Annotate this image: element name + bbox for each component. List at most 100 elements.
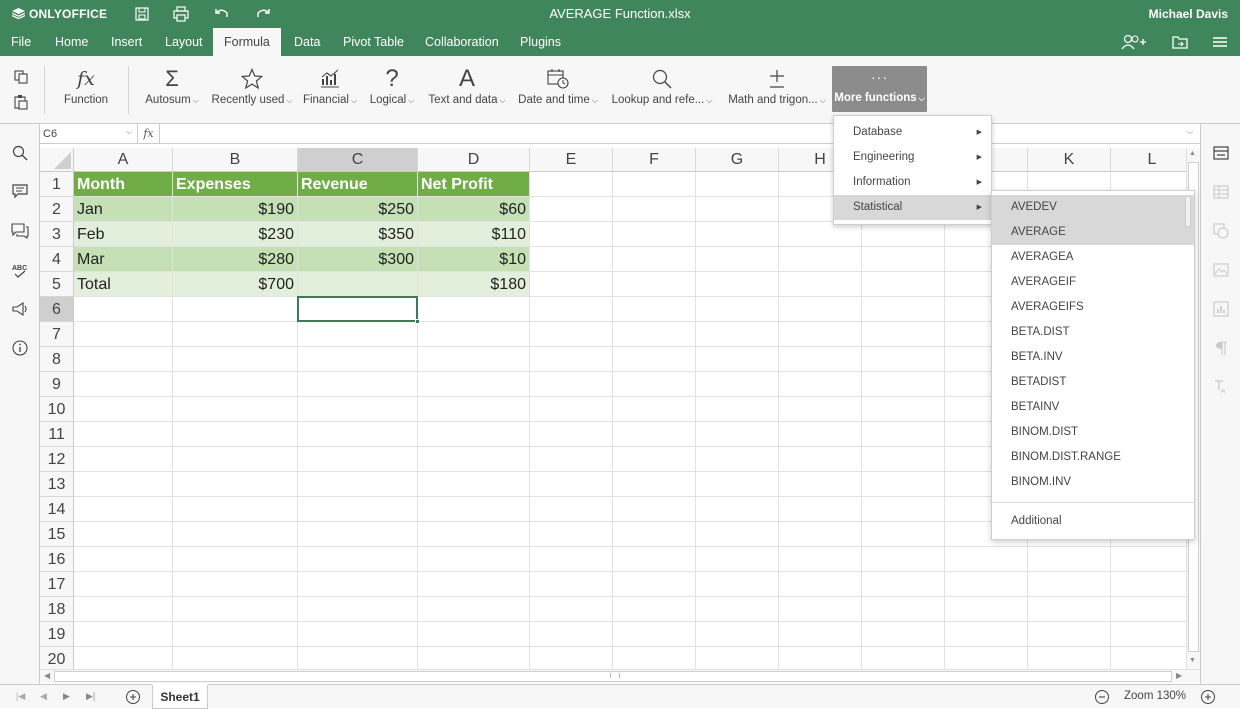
chat-icon[interactable] (11, 222, 29, 240)
tab-plugins[interactable]: Plugins (509, 28, 572, 56)
row-header-14[interactable]: 14 (40, 497, 74, 522)
column-header-c[interactable]: C (298, 148, 418, 172)
row-header-5[interactable]: 5 (40, 272, 74, 297)
cell-c2[interactable]: $250 (298, 197, 417, 221)
cell-b2[interactable]: $190 (173, 197, 297, 221)
cell-a5[interactable]: Total (74, 272, 172, 296)
next-sheet-icon[interactable]: ▶ (63, 691, 70, 702)
sheet-tab-sheet1[interactable]: Sheet1 (152, 684, 208, 709)
copy-icon[interactable] (13, 69, 29, 85)
tab-home[interactable]: Home (44, 28, 99, 56)
column-header-g[interactable]: G (696, 148, 779, 172)
fx-icon[interactable]: fx (138, 124, 160, 144)
formula-input[interactable] (162, 124, 1182, 144)
function-item-beta-dist[interactable]: BETA.DIST (992, 320, 1194, 345)
math-trig-button[interactable]: Math and trigon... ⌵ (724, 64, 830, 120)
menu-item-information[interactable]: Information ▶ (834, 170, 991, 195)
prev-sheet-icon[interactable]: ◀ (40, 691, 47, 702)
row-header-15[interactable]: 15 (40, 522, 74, 547)
recently-used-button[interactable]: Recently used ⌵ (210, 64, 294, 120)
cell-c5[interactable] (298, 272, 417, 296)
zoom-in-icon[interactable] (1200, 689, 1216, 705)
column-header-d[interactable]: D (418, 148, 530, 172)
cell-d1[interactable]: Net Profit (418, 172, 529, 196)
cell-d3[interactable]: $110 (418, 222, 529, 246)
column-header-a[interactable]: A (74, 148, 173, 172)
cell-d4[interactable]: $10 (418, 247, 529, 271)
insert-function-button[interactable]: fx Function (58, 64, 114, 120)
lookup-reference-button[interactable]: Lookup and refe... ⌵ (608, 64, 716, 120)
cell-c4[interactable]: $300 (298, 247, 417, 271)
row-header-1[interactable]: 1 (40, 172, 74, 197)
zoom-out-icon[interactable] (1094, 689, 1110, 705)
row-header-19[interactable]: 19 (40, 622, 74, 647)
scroll-right-arrow-icon[interactable]: ▶ (1176, 671, 1182, 680)
paste-icon[interactable] (13, 94, 29, 110)
row-header-9[interactable]: 9 (40, 372, 74, 397)
cell-c3[interactable]: $350 (298, 222, 417, 246)
expand-formula-chevron-icon[interactable]: ⌵ (1187, 127, 1193, 137)
scroll-up-arrow-icon[interactable]: ▲ (1189, 150, 1196, 157)
column-header-b[interactable]: B (173, 148, 298, 172)
cell-b1[interactable]: Expenses (173, 172, 297, 196)
cell-d2[interactable]: $60 (418, 197, 529, 221)
date-and-time-button[interactable]: Date and time ⌵ (516, 64, 600, 120)
menu-item-statistical[interactable]: Statistical ▶ (834, 195, 991, 220)
add-sheet-icon[interactable] (125, 689, 141, 705)
save-icon[interactable] (133, 5, 151, 23)
user-name[interactable]: Michael Davis (1149, 7, 1228, 21)
tab-insert[interactable]: Insert (100, 28, 153, 56)
comments-icon[interactable] (11, 182, 29, 200)
cell-settings-icon[interactable] (1213, 145, 1229, 161)
cell-b4[interactable]: $280 (173, 247, 297, 271)
print-icon[interactable] (172, 5, 190, 23)
function-item-averagea[interactable]: AVERAGEA (992, 245, 1194, 270)
cell-a3[interactable]: Feb (74, 222, 172, 246)
row-header-18[interactable]: 18 (40, 597, 74, 622)
row-header-3[interactable]: 3 (40, 222, 74, 247)
horizontal-scrollbar[interactable]: ◀ ▶ (40, 669, 1200, 683)
function-item-average[interactable]: AVERAGE (992, 220, 1194, 245)
row-header-11[interactable]: 11 (40, 422, 74, 447)
add-user-icon[interactable] (1120, 33, 1146, 51)
chevron-down-icon[interactable]: ⌵ (126, 127, 132, 137)
last-sheet-icon[interactable]: ▶| (86, 691, 95, 702)
tab-collaboration[interactable]: Collaboration (414, 28, 510, 56)
column-header-l[interactable]: L (1111, 148, 1186, 172)
menu-item-database[interactable]: Database ▶ (834, 120, 991, 145)
cell-b5[interactable]: $700 (173, 272, 297, 296)
name-box[interactable]: C6 ⌵ (40, 124, 138, 144)
submenu-scrollbar[interactable] (1185, 196, 1191, 227)
tab-file[interactable]: File (0, 28, 42, 56)
text-and-data-button[interactable]: A Text and data ⌵ (426, 64, 508, 120)
function-item-binom-dist-range[interactable]: BINOM.DIST.RANGE (992, 445, 1194, 470)
cell-a4[interactable]: Mar (74, 247, 172, 271)
column-header-e[interactable]: E (530, 148, 613, 172)
cell-c1[interactable]: Revenue (298, 172, 417, 196)
row-header-12[interactable]: 12 (40, 447, 74, 472)
column-header-k[interactable]: K (1028, 148, 1111, 172)
function-item-betadist[interactable]: BETADIST (992, 370, 1194, 395)
menu-item-additional[interactable]: Additional (992, 509, 1194, 534)
selected-cell-outline[interactable] (297, 296, 418, 322)
autosum-button[interactable]: Σ Autosum ⌵ (144, 64, 200, 120)
row-header-2[interactable]: 2 (40, 197, 74, 222)
row-header-17[interactable]: 17 (40, 572, 74, 597)
row-header-7[interactable]: 7 (40, 322, 74, 347)
fill-handle[interactable] (415, 319, 420, 324)
cell-a1[interactable]: Month (74, 172, 172, 196)
row-header-6[interactable]: 6 (40, 297, 74, 322)
function-item-betainv[interactable]: BETAINV (992, 395, 1194, 420)
function-item-averageif[interactable]: AVERAGEIF (992, 270, 1194, 295)
hamburger-menu-icon[interactable] (1211, 33, 1229, 51)
cell-d5[interactable]: $180 (418, 272, 529, 296)
redo-icon[interactable] (254, 5, 272, 23)
info-icon[interactable] (11, 339, 29, 357)
financial-button[interactable]: Financial ⌵ (302, 64, 358, 120)
tab-formula[interactable]: Formula (213, 28, 281, 56)
first-sheet-icon[interactable]: |◀ (16, 691, 25, 702)
scroll-left-arrow-icon[interactable]: ◀ (44, 671, 50, 680)
row-header-16[interactable]: 16 (40, 547, 74, 572)
row-header-20[interactable]: 20 (40, 647, 74, 669)
menu-item-engineering[interactable]: Engineering ▶ (834, 145, 991, 170)
